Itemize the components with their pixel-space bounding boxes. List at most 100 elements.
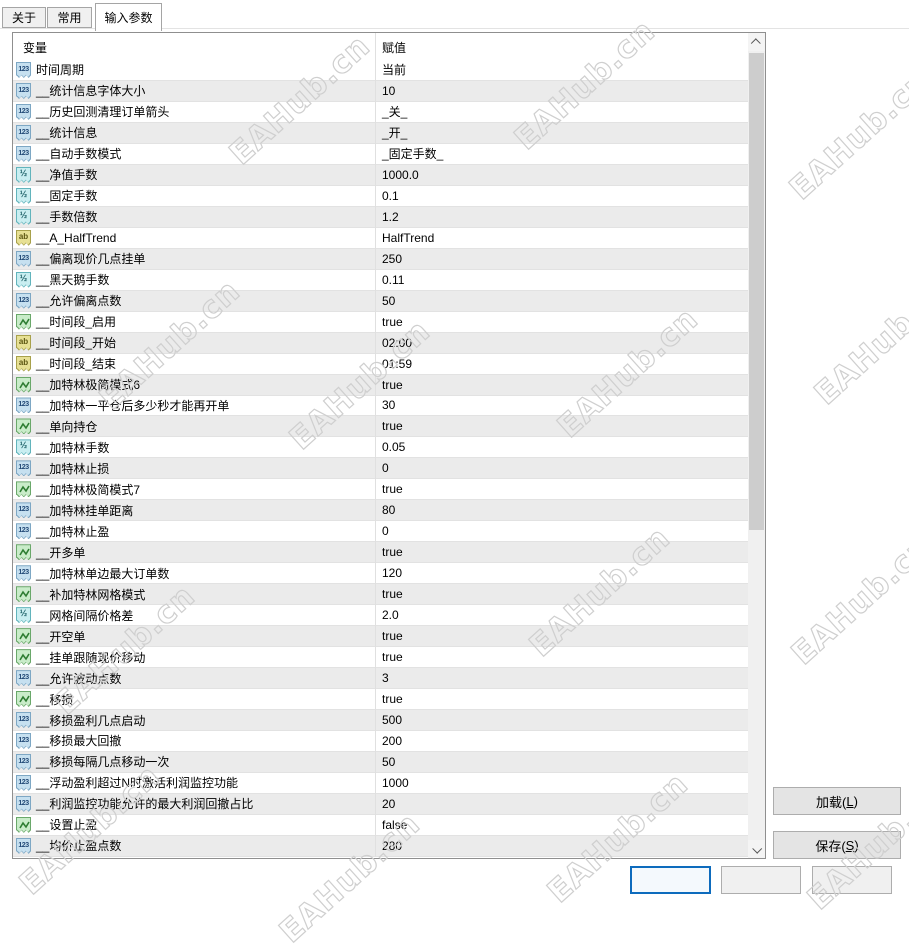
param-row[interactable]: 123 __浮动盈利超过N时激活利润监控功能 1000: [13, 772, 748, 794]
param-value[interactable]: _固定手数_: [382, 144, 443, 164]
param-value[interactable]: 0.11: [382, 270, 404, 290]
param-value[interactable]: 3: [382, 668, 389, 688]
param-row[interactable]: 123 __自动手数模式 _固定手数_: [13, 143, 748, 165]
param-value[interactable]: 0: [382, 521, 389, 541]
scroll-up-button[interactable]: [748, 33, 765, 51]
param-row[interactable]: 123 __加特林挂单距离 80: [13, 500, 748, 522]
param-value[interactable]: true: [382, 479, 403, 499]
param-row[interactable]: 123 __移损最大回撤 200: [13, 731, 748, 752]
bottom-button-2[interactable]: [721, 866, 801, 894]
param-row[interactable]: __移损 true: [13, 689, 748, 711]
param-row[interactable]: __加特林极简模式6 true: [13, 374, 748, 396]
param-row[interactable]: 123 __历史回测清理订单箭头 _关_: [13, 101, 748, 123]
header-value[interactable]: 赋值: [382, 39, 406, 56]
param-value[interactable]: true: [382, 584, 403, 604]
tab-inputs[interactable]: 输入参数: [95, 3, 162, 31]
param-row[interactable]: 123 __移损每隔几点移动一次 50: [13, 751, 748, 773]
param-value[interactable]: 200: [382, 731, 402, 751]
param-value[interactable]: false: [382, 815, 407, 835]
param-value[interactable]: true: [382, 689, 403, 709]
param-row[interactable]: ab __时间段_结束 01:59: [13, 353, 748, 375]
param-value[interactable]: 280: [382, 836, 402, 856]
param-row[interactable]: 123 __统计信息字体大小 10: [13, 80, 748, 102]
param-value[interactable]: 01:59: [382, 354, 412, 374]
param-value[interactable]: 1000.0: [382, 165, 419, 185]
scroll-down-button[interactable]: [748, 840, 765, 858]
param-value[interactable]: 0.05: [382, 437, 405, 457]
param-row[interactable]: 123 __加特林单边最大订单数 120: [13, 563, 748, 585]
bottom-button-1[interactable]: [630, 866, 711, 894]
param-row[interactable]: 123 __允许偏离点数 50: [13, 290, 748, 312]
param-value[interactable]: true: [382, 626, 403, 646]
vertical-scrollbar[interactable]: [748, 33, 765, 858]
save-button[interactable]: 保存(S): [773, 831, 901, 859]
param-row[interactable]: 123 __允许波动点数 3: [13, 668, 748, 690]
param-row[interactable]: 123 __均价止盈点数 280: [13, 835, 748, 857]
param-row[interactable]: __挂单跟随现价移动 true: [13, 647, 748, 669]
param-value[interactable]: _开_: [382, 123, 407, 143]
header-variable[interactable]: 变量: [23, 39, 47, 56]
int-param-icon: 123: [16, 670, 31, 687]
param-value[interactable]: 20: [382, 794, 395, 814]
param-row[interactable]: ½ __加特林手数 0.05: [13, 437, 748, 459]
param-row[interactable]: ab __时间段_开始 02:00: [13, 332, 748, 354]
table-header: 变量 赋值: [13, 33, 748, 60]
param-row[interactable]: 123 __加特林一平仓后多少秒才能再开单 30: [13, 395, 748, 417]
param-row[interactable]: __单向持仓 true: [13, 416, 748, 438]
param-value[interactable]: _关_: [382, 102, 407, 122]
param-value[interactable]: 80: [382, 500, 395, 520]
parameters-table: 变量 赋值 123 时间周期 当前 123 __统计信息字体大小 10 123 __历史回测清…: [12, 32, 766, 859]
param-row[interactable]: 123 __利润监控功能允许的最大利润回撤占比 20: [13, 793, 748, 815]
param-value[interactable]: true: [382, 542, 403, 562]
param-value[interactable]: 10: [382, 81, 395, 101]
param-value[interactable]: 2.0: [382, 605, 399, 625]
tab-common[interactable]: 常用: [47, 7, 92, 28]
param-value[interactable]: 250: [382, 249, 402, 269]
param-row[interactable]: 123 __加特林止盈 0: [13, 521, 748, 543]
param-value[interactable]: 500: [382, 710, 402, 730]
param-row[interactable]: __设置止盈 false: [13, 814, 748, 836]
tab-about[interactable]: 关于: [2, 7, 46, 28]
param-value[interactable]: true: [382, 312, 403, 332]
param-row[interactable]: 123 __偏离现价几点挂单 250: [13, 248, 748, 270]
param-value[interactable]: 50: [382, 752, 395, 772]
param-value[interactable]: true: [382, 416, 403, 436]
param-value[interactable]: 02:00: [382, 333, 412, 353]
double-param-icon: ½: [16, 166, 31, 183]
load-button[interactable]: 加载(L): [773, 787, 901, 815]
param-value[interactable]: 1000: [382, 773, 409, 793]
param-row[interactable]: ½ __网格间隔价格差 2.0: [13, 605, 748, 627]
param-row[interactable]: __加特林极简模式7 true: [13, 479, 748, 501]
param-value[interactable]: 0: [382, 458, 389, 478]
param-value[interactable]: 当前: [382, 60, 406, 80]
param-row[interactable]: ½ __固定手数 0.1: [13, 185, 748, 207]
chevron-down-icon: [752, 843, 763, 854]
param-row[interactable]: 123 时间周期 当前: [13, 60, 748, 81]
param-name: __允许波动点数: [36, 671, 122, 686]
param-value[interactable]: 30: [382, 396, 395, 416]
param-row[interactable]: 123 __移损盈利几点启动 500: [13, 710, 748, 731]
param-value[interactable]: 120: [382, 563, 402, 583]
param-value[interactable]: 1.2: [382, 207, 399, 227]
param-value[interactable]: 50: [382, 291, 395, 311]
param-row[interactable]: ½ __黑天鹅手数 0.11: [13, 269, 748, 291]
param-row[interactable]: 123 __加特林止损 0: [13, 458, 748, 480]
param-row[interactable]: __补加特林网格模式 true: [13, 584, 748, 606]
param-value[interactable]: true: [382, 647, 403, 667]
scrollbar-thumb[interactable]: [749, 53, 764, 530]
param-row[interactable]: ½ __净值手数 1000.0: [13, 164, 748, 186]
param-row[interactable]: ½ __手数倍数 1.2: [13, 206, 748, 228]
param-row[interactable]: __开空单 true: [13, 626, 748, 648]
param-row[interactable]: 123 __统计信息 _开_: [13, 122, 748, 144]
bottom-button-3[interactable]: [812, 866, 892, 894]
bool-param-icon: [16, 313, 31, 330]
param-value[interactable]: HalfTrend: [382, 228, 434, 248]
param-value[interactable]: true: [382, 375, 403, 395]
param-row[interactable]: __时间段_启用 true: [13, 311, 748, 333]
param-name: __移损最大回撤: [36, 734, 122, 749]
column-divider[interactable]: [375, 33, 376, 857]
param-row[interactable]: __开多单 true: [13, 542, 748, 564]
param-row[interactable]: ab __A_HalfTrend HalfTrend: [13, 227, 748, 249]
param-name: __净值手数: [36, 168, 98, 183]
param-value[interactable]: 0.1: [382, 186, 399, 206]
